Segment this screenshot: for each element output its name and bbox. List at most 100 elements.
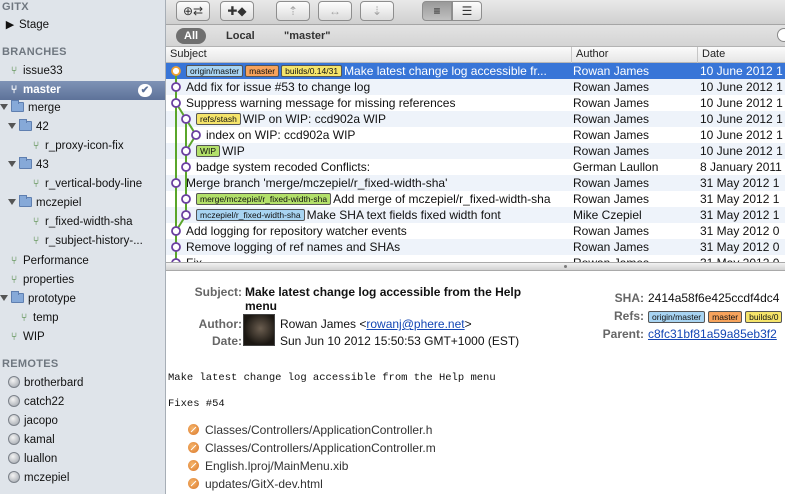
commit-row[interactable]: Fix...Rowan James 31 May 2012 0 [166, 255, 785, 262]
sidebar-item-branch[interactable]: ⑂ properties [0, 271, 165, 290]
sidebar-folder[interactable]: mczepiel [0, 194, 165, 213]
add-tag-button[interactable]: ✚◆ [220, 1, 254, 21]
commit-author: Rowan James [573, 96, 650, 110]
scope-master-button[interactable]: "master" [276, 28, 339, 44]
history-view-button[interactable]: ≡ [422, 1, 452, 21]
commit-message-line: Make latest change log accessible from t… [168, 372, 496, 384]
commit-author: Rowan James [573, 224, 650, 238]
sidebar-item-branch[interactable]: ⑂ r_fixed-width-sha [0, 213, 165, 232]
parent-link[interactable]: c8fc31bf81a59a85eb3f2 [648, 327, 777, 341]
split-divider[interactable] [166, 262, 785, 271]
sidebar-folder[interactable]: prototype [0, 290, 165, 309]
sidebar-item-remote[interactable]: jacopo [0, 412, 165, 431]
commit-subject-text: refs/stash WIP on WIP: ccd902a WIP [196, 111, 386, 127]
folder-label: 43 [36, 159, 49, 171]
sidebar-item-remote[interactable]: mczepiel [0, 469, 165, 488]
scope-local-button[interactable]: Local [218, 28, 263, 44]
push-button[interactable]: ⇡ [276, 1, 310, 21]
commit-row[interactable]: mczepiel/r_fixed-width-sha Make SHA text … [166, 207, 785, 223]
ref-badge[interactable]: merge/mczepiel/r_fixed-width-sha [196, 193, 332, 205]
commit-message: Make latest change log accessible fr... [344, 64, 547, 78]
commit-row[interactable]: Merge branch 'merge/mczepiel/r_fixed-wid… [166, 175, 785, 191]
file-path: updates/GitX-dev.html [205, 477, 323, 491]
sidebar-item-remote[interactable]: luallon [0, 450, 165, 469]
commit-date: 31 May 2012 0 [700, 255, 785, 262]
commit-row[interactable]: Add logging for repository watcher event… [166, 223, 785, 239]
commit-row[interactable]: index on WIP: ccd902a WIP Rowan James 10 J… [166, 127, 785, 143]
disclosure-triangle-icon[interactable] [8, 199, 16, 205]
changed-file[interactable]: Classes/Controllers/ApplicationControlle… [188, 423, 432, 437]
changed-file[interactable]: English.lproj/MainMenu.xib [188, 459, 348, 473]
ref-badge[interactable]: master [245, 65, 280, 77]
remote-label: brotherbard [24, 377, 84, 389]
sidebar-folder[interactable]: merge [0, 99, 165, 118]
commit-row[interactable]: merge/mczepiel/r_fixed-width-sha Add merg… [166, 191, 785, 207]
commit-date: 10 June 2012 1 [700, 112, 783, 126]
scope-all-button[interactable]: All [176, 28, 207, 44]
tree-view-button[interactable]: ☰ [452, 1, 482, 21]
disclosure-triangle-icon[interactable] [0, 295, 8, 301]
commit-node [181, 162, 191, 172]
pull-button[interactable]: ⇣ [360, 1, 394, 21]
author-value: Rowan James <rowanj@phere.net> [280, 317, 472, 331]
commit-subject-cell: Add fix for issue #53 to change log [166, 79, 571, 95]
remote-label: mczepiel [24, 472, 70, 484]
commit-date: 10 June 2012 1 [700, 128, 783, 142]
changed-file[interactable]: Classes/Controllers/ApplicationControlle… [188, 441, 436, 455]
stage-icon: ▶ [5, 19, 15, 31]
sidebar-item-branch[interactable]: ⑂ r_subject-history-... [0, 232, 165, 251]
commit-row[interactable]: refs/stash WIP on WIP: ccd902a WIP Rowan J… [166, 111, 785, 127]
folder-icon [19, 119, 32, 131]
commit-date: Sun Jun 10 2012 15:50:53 GMT+1000 (EST) [280, 334, 520, 348]
ref-badge[interactable]: origin/master [648, 311, 706, 323]
ref-badge[interactable]: mczepiel/r_fixed-width-sha [196, 209, 305, 221]
sidebar-item-stage[interactable]: ▶ Stage [0, 16, 165, 35]
branch-label: properties [23, 274, 75, 286]
sidebar-item-remote[interactable]: brotherbard [0, 374, 165, 393]
commit-date: 10 June 2012 1 [700, 144, 783, 158]
sidebar-folder[interactable]: 43 [0, 156, 165, 175]
column-header-date[interactable]: Date [697, 47, 785, 63]
branch-label: r_proxy-icon-fix [45, 140, 124, 152]
branch-icon: ⑂ [32, 178, 40, 190]
sidebar-item-branch[interactable]: ⑂ Performance [0, 252, 165, 271]
remote-label: luallon [24, 453, 58, 465]
commit-date: 31 May 2012 1 [700, 192, 780, 206]
search-field-edge[interactable] [777, 28, 785, 42]
commit-row[interactable]: origin/master master builds/0.14/31 Make la… [166, 63, 785, 79]
ref-badge[interactable]: builds/0.14/31 [281, 65, 343, 77]
disclosure-triangle-icon[interactable] [8, 123, 16, 129]
ref-badge[interactable]: builds/0 [745, 311, 783, 323]
disclosure-triangle-icon[interactable] [8, 161, 16, 167]
branch-icon: ⑂ [10, 255, 18, 267]
changed-file[interactable]: updates/GitX-dev.html [188, 477, 323, 491]
sidebar-item-branch[interactable]: ⑂ issue33 [0, 62, 165, 81]
sidebar-item-branch-selected[interactable]: ⑂ master ✔ [0, 81, 165, 100]
sidebar: GITX ▶ Stage BRANCHES ⑂ issue33 ⑂ master ✔ … [0, 0, 166, 494]
commit-author: Rowan James [573, 255, 695, 262]
column-header-subject[interactable]: Subject [166, 47, 571, 63]
commit-row[interactable]: Remove logging of ref names and SHAs Rowa… [166, 239, 785, 255]
commit-row[interactable]: Add fix for issue #53 to change log Rowan… [166, 79, 785, 95]
merge-button[interactable]: ↔ [318, 1, 352, 21]
author-email-link[interactable]: rowanj@phere.net [366, 317, 464, 331]
commit-row[interactable]: badge system recoded Conflicts: German La… [166, 159, 785, 175]
sidebar-item-branch[interactable]: ⑂ r_vertical-body-line [0, 175, 165, 194]
disclosure-triangle-icon[interactable] [0, 104, 8, 110]
sidebar-item-remote[interactable]: kamal [0, 431, 165, 450]
commit-list[interactable]: origin/master master builds/0.14/31 Make la… [166, 63, 785, 262]
column-header-author[interactable]: Author [571, 47, 697, 63]
sidebar-item-branch[interactable]: ⑂ WIP [0, 328, 165, 347]
add-remote-button[interactable]: ⊕⇄ [176, 1, 210, 21]
sidebar-item-remote[interactable]: catch22 [0, 393, 165, 412]
sidebar-folder[interactable]: 42 [0, 118, 165, 137]
folder-icon [11, 100, 24, 112]
commit-message: Suppress warning message for missing ref… [186, 96, 456, 110]
sidebar-item-branch[interactable]: ⑂ temp [0, 309, 165, 328]
sidebar-item-branch[interactable]: ⑂ r_proxy-icon-fix [0, 137, 165, 156]
commit-row[interactable]: WIP WIP Rowan James 10 June 2012 1 [166, 143, 785, 159]
remote-icon [8, 395, 20, 407]
ref-badge[interactable]: master [708, 311, 743, 323]
commit-row[interactable]: Suppress warning message for missing ref… [166, 95, 785, 111]
branch-icon: ⑂ [10, 274, 18, 286]
